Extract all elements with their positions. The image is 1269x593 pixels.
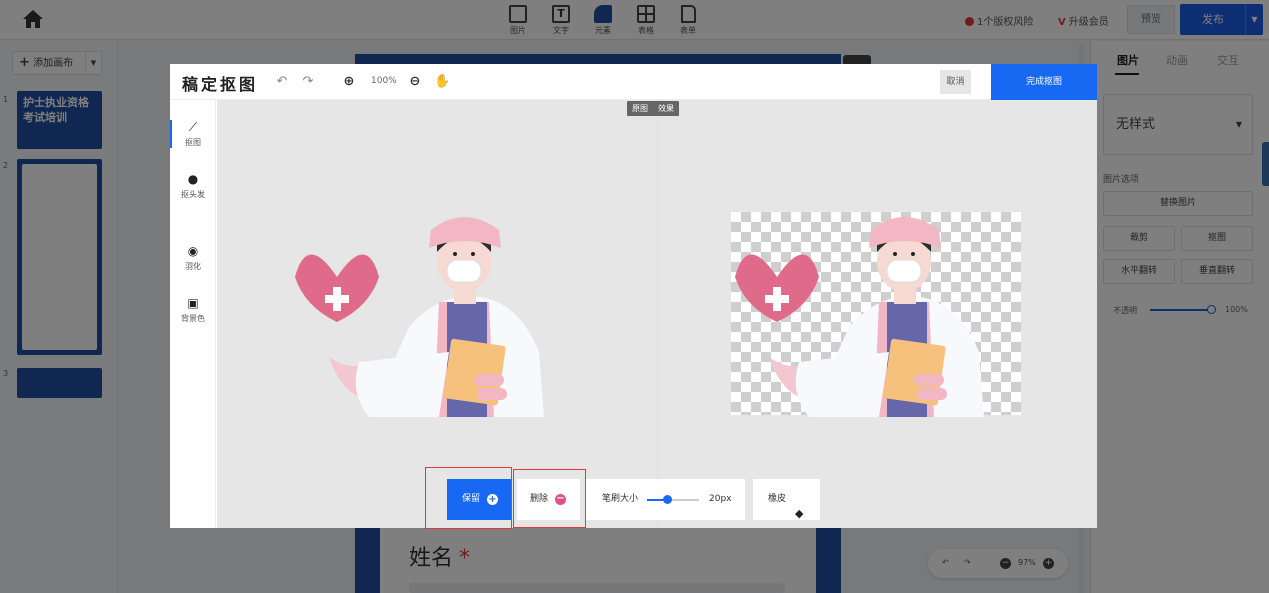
nurse-illustration [295, 217, 544, 417]
view-result-tab[interactable]: 效果 [653, 104, 679, 113]
brush-size-value: 20px [709, 494, 732, 504]
eraser-icon: ◆ [795, 507, 804, 520]
remove-highlight-box [513, 469, 586, 528]
cutout-workspace[interactable]: 原图 效果 [217, 100, 1097, 528]
hand-icon[interactable]: ✋ [434, 74, 450, 90]
zoom-out-icon[interactable]: ⊖ [407, 74, 423, 90]
split-divider [657, 100, 658, 528]
tool-cutout-label: 抠图 [185, 138, 201, 147]
modal-title: 稿定抠图 [182, 75, 259, 94]
eraser-label: 橡皮 [768, 494, 787, 504]
person-icon: ● [187, 172, 199, 186]
result-image[interactable] [729, 212, 1029, 417]
tool-hair-cutout[interactable]: ● 抠头发 [170, 172, 216, 200]
redo-icon[interactable]: ↷ [300, 74, 316, 90]
tool-background-color[interactable]: ▣ 背景色 [170, 296, 216, 324]
tool-cutout[interactable]: ⟋ 抠图 [170, 120, 216, 148]
nurse-illustration-cutout [735, 217, 984, 417]
magic-wand-icon: ⟋ [188, 120, 198, 134]
keep-highlight-box [425, 467, 512, 529]
undo-icon[interactable]: ↶ [274, 74, 290, 90]
cancel-button[interactable]: 取消 [940, 70, 971, 94]
finish-cutout-button[interactable]: 完成抠图 [991, 64, 1097, 100]
cutout-modal: 稿定抠图 ↶ ↷ ⊕ 100% ⊖ ✋ 取消 完成抠图 ⟋ 抠图 ● 抠头发 ◉… [170, 64, 1097, 529]
modal-header: 稿定抠图 ↶ ↷ ⊕ 100% ⊖ ✋ 取消 完成抠图 [170, 64, 1097, 100]
original-image[interactable] [289, 212, 589, 417]
eraser-button[interactable]: 橡皮 ◆ [753, 479, 820, 520]
tool-hair-label: 抠头发 [181, 190, 205, 199]
view-original-tab[interactable]: 原图 [627, 104, 653, 113]
tool-bgcolor-label: 背景色 [181, 314, 205, 323]
background-color-icon: ▣ [187, 296, 199, 310]
view-toggle: 原图 效果 [627, 101, 679, 116]
brush-size-slider-handle[interactable] [663, 495, 672, 504]
zoom-in-icon[interactable]: ⊕ [341, 74, 357, 90]
feather-icon: ◉ [187, 244, 199, 258]
modal-side-tools: ⟋ 抠图 ● 抠头发 ◉ 羽化 ▣ 背景色 [170, 100, 216, 528]
brush-size-label: 笔刷大小 [602, 494, 639, 504]
modal-zoom-value: 100% [371, 76, 397, 86]
tool-feather[interactable]: ◉ 羽化 [170, 244, 216, 272]
brush-size-control: 笔刷大小 20px [586, 479, 745, 520]
tool-feather-label: 羽化 [185, 262, 201, 271]
